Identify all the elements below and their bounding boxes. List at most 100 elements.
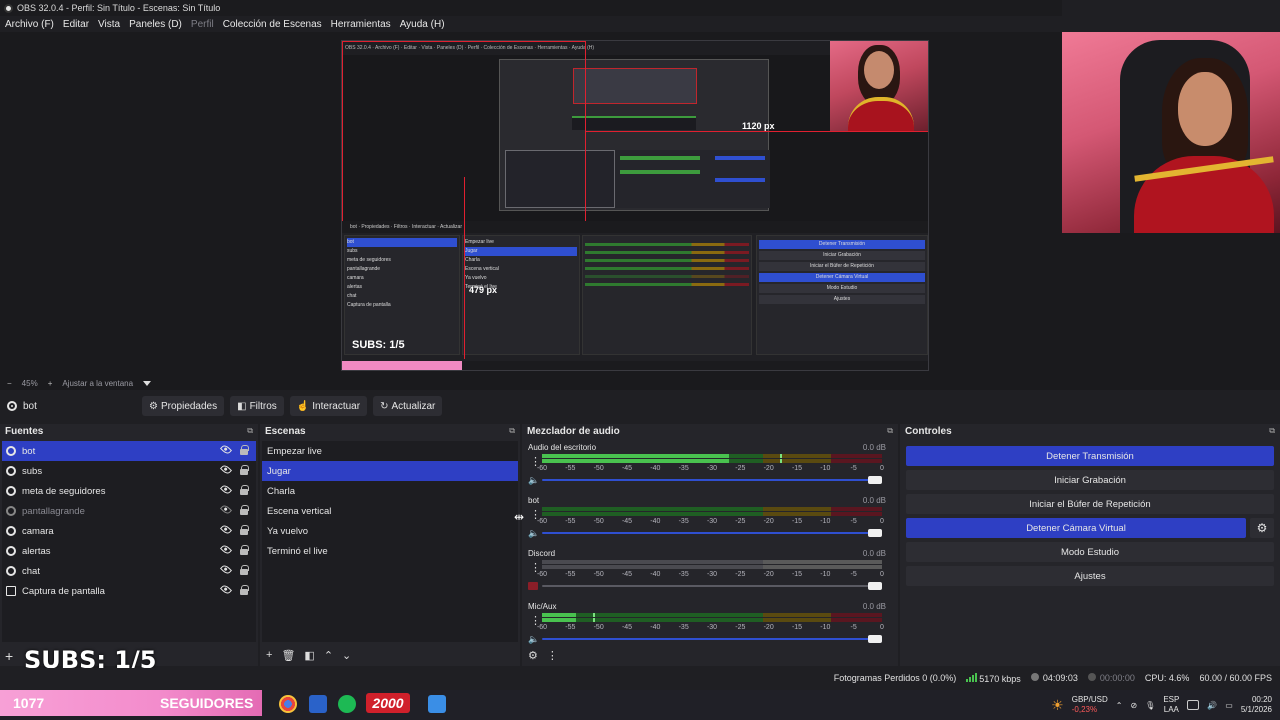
battery-icon[interactable]: ▭ — [1225, 701, 1233, 710]
eye-icon[interactable] — [219, 523, 233, 536]
add-source-icon[interactable]: + — [5, 648, 13, 664]
refresh-button[interactable]: ↻ Actualizar — [373, 396, 443, 416]
fx-widget[interactable]: GBP/USD -0,23% — [1072, 695, 1108, 715]
float-dock-icon[interactable]: ⧉ — [509, 426, 515, 436]
scene-item[interactable]: Jugar — [262, 461, 518, 481]
meter-ticks: -60 -55 -50 -45 -40 -35 -30 -25 -20 -15 -10 -5 0 — [537, 571, 884, 581]
eye-icon[interactable] — [219, 563, 233, 576]
volume-slider[interactable] — [542, 476, 882, 484]
eye-icon[interactable] — [219, 443, 233, 456]
float-dock-icon[interactable]: ⧉ — [247, 426, 253, 436]
scene-item[interactable]: Terminó el live — [262, 541, 518, 561]
source-item-chat[interactable]: chat — [2, 561, 256, 581]
lock-icon[interactable] — [240, 465, 249, 475]
filters-button[interactable]: ◧ Filtros — [230, 396, 284, 416]
studio-mode-button[interactable]: Modo Estudio — [906, 542, 1274, 562]
volume-slider-handle[interactable] — [868, 476, 882, 484]
properties-button[interactable]: ⚙ Propiedades — [142, 396, 225, 416]
preview-canvas[interactable]: OBS 32.0.4 · Archivo (F) · Editar · Vist… — [341, 40, 929, 371]
source-item-camara[interactable]: camara — [2, 521, 256, 541]
lock-icon[interactable] — [240, 565, 249, 575]
current-source: bot — [7, 401, 142, 412]
chrome-icon[interactable] — [279, 695, 297, 713]
menu-docks[interactable]: Paneles (D) — [129, 19, 182, 30]
trash-icon[interactable]: 🗑 — [281, 649, 295, 662]
eye-icon[interactable] — [219, 483, 233, 496]
meter-ticks: -60 -55 -50 -45 -40 -35 -30 -25 -20 -15 -10 -5 0 — [537, 465, 884, 475]
zoom-in-button[interactable]: + — [48, 379, 53, 388]
menu-file[interactable]: Archivo (F) — [5, 19, 54, 30]
stop-virtual-camera-button[interactable]: Detener Cámara Virtual — [906, 518, 1246, 538]
clock[interactable]: 00:20 5/1/2026 — [1241, 695, 1272, 715]
menu-edit[interactable]: Editar — [63, 19, 89, 30]
move-down-icon[interactable]: ⌄ — [342, 649, 351, 662]
start-recording-button[interactable]: Iniciar Grabación — [906, 470, 1274, 490]
language-indicator[interactable]: ESP LAA — [1163, 695, 1179, 715]
tick-label: -60 — [536, 518, 548, 525]
volume-slider[interactable] — [542, 582, 882, 590]
chevron-down-icon[interactable] — [143, 380, 152, 386]
speaker-icon[interactable]: 🔈 — [528, 475, 539, 486]
volume-slider[interactable] — [542, 635, 882, 643]
fit-to-window-option[interactable]: Ajustar a la ventana — [62, 379, 133, 388]
settings-button[interactable]: Ajustes — [906, 566, 1274, 586]
start-replay-buffer-button[interactable]: Iniciar el Búfer de Repetición — [906, 494, 1274, 514]
menu-tools[interactable]: Herramientas — [331, 19, 391, 30]
mixer-menu-icon[interactable]: ⋮ — [547, 649, 558, 662]
eye-icon[interactable] — [219, 463, 233, 476]
float-dock-icon[interactable]: ⧉ — [887, 426, 893, 436]
scene-item[interactable]: Empezar live — [262, 441, 518, 461]
spotify-icon[interactable] — [338, 695, 356, 713]
eye-hidden-icon[interactable] — [219, 503, 233, 516]
advanced-audio-gear-icon[interactable]: ⚙ — [528, 649, 538, 662]
eye-icon[interactable] — [219, 583, 233, 596]
volume-slider-handle[interactable] — [868, 529, 882, 537]
sources-list: bot subs meta de seguidores pantallagran… — [2, 441, 256, 642]
tick-label: -50 — [593, 624, 604, 631]
source-item-pantallagrande[interactable]: pantallagrande — [2, 501, 256, 521]
eye-icon[interactable] — [219, 543, 233, 556]
monitor-icon[interactable] — [1187, 700, 1200, 710]
float-dock-icon[interactable]: ⧉ — [1269, 426, 1275, 436]
menu-scene-collection[interactable]: Colección de Escenas — [223, 19, 322, 30]
taskbar-app-icon[interactable] — [428, 695, 446, 713]
source-item-captura[interactable]: Captura de pantalla — [2, 581, 256, 601]
scene-item[interactable]: Escena vertical — [262, 501, 518, 521]
volume-icon[interactable]: 🔊 — [1207, 701, 1217, 710]
stop-streaming-button[interactable]: Detener Transmisión — [906, 446, 1274, 466]
menu-profile[interactable]: Perfil — [191, 19, 214, 30]
network-off-icon[interactable]: ⊘ — [1130, 701, 1137, 710]
menu-view[interactable]: Vista — [98, 19, 120, 30]
preview-area[interactable]: OBS 32.0.4 · Archivo (F) · Editar · Vist… — [0, 32, 1280, 376]
muted-icon[interactable] — [528, 582, 538, 590]
volume-slider[interactable] — [542, 529, 882, 537]
source-item-meta[interactable]: meta de seguidores — [2, 481, 256, 501]
scene-item[interactable]: Ya vuelvo — [262, 521, 518, 541]
volume-slider-handle[interactable] — [868, 635, 882, 643]
source-item-alertas[interactable]: alertas — [2, 541, 256, 561]
lock-icon[interactable] — [240, 585, 249, 595]
speaker-icon[interactable]: 🔈 — [528, 528, 539, 539]
scene-item[interactable]: Charla — [262, 481, 518, 501]
source-item-bot[interactable]: bot — [2, 441, 256, 461]
chevron-up-icon[interactable]: ⌃ — [1116, 701, 1123, 710]
width-guide-label: 1120 px — [742, 121, 775, 131]
lock-icon[interactable] — [240, 525, 249, 535]
app-icon[interactable] — [309, 695, 327, 713]
channel-db: 0.0 dB — [862, 443, 886, 452]
interact-button[interactable]: ☝ Interactuar — [289, 396, 368, 416]
zoom-out-button[interactable]: − — [7, 379, 12, 388]
mic-icon[interactable]: 🎙 — [1145, 701, 1155, 710]
add-scene-icon[interactable]: + — [266, 649, 272, 661]
virtual-camera-settings-gear-icon[interactable]: ⚙ — [1250, 518, 1274, 538]
volume-slider-handle[interactable] — [868, 582, 882, 590]
lock-icon[interactable] — [240, 485, 249, 495]
source-item-subs[interactable]: subs — [2, 461, 256, 481]
move-up-icon[interactable]: ⌃ — [324, 649, 333, 662]
lock-icon[interactable] — [240, 545, 249, 555]
menu-help[interactable]: Ayuda (H) — [400, 19, 445, 30]
filter-icon[interactable]: ◧ — [304, 649, 314, 662]
lock-icon[interactable] — [240, 505, 249, 515]
channel-db: 0.0 dB — [862, 496, 886, 505]
lock-icon[interactable] — [240, 445, 249, 455]
